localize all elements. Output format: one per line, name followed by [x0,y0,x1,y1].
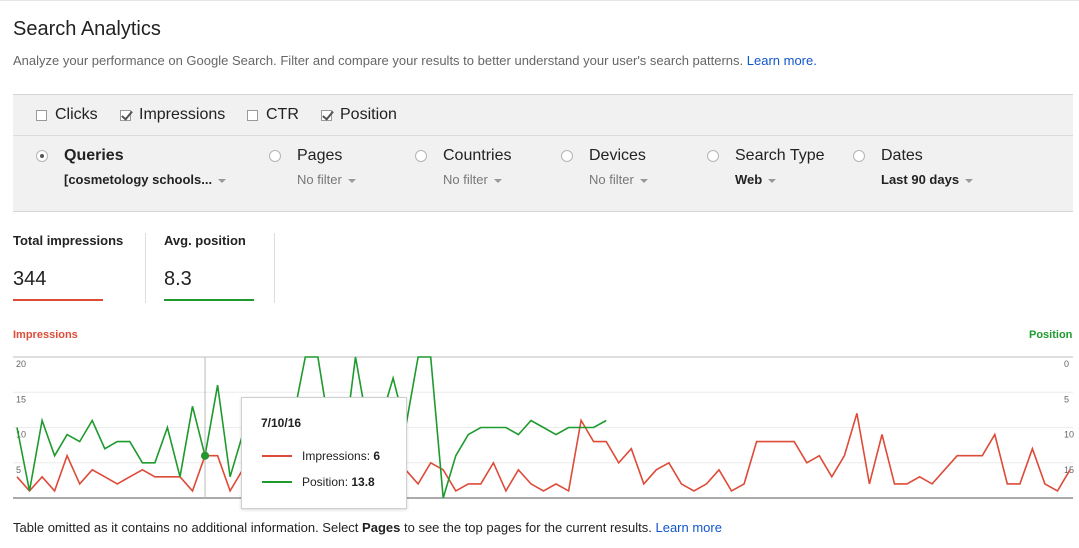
pages-label: Pages [297,147,343,164]
clicks-checkbox-box[interactable] [36,109,47,121]
left-tick-label: 15 [16,394,26,404]
search-type-dropdown[interactable]: Web [735,172,777,187]
devices-filter-value: No filter [589,172,634,187]
footer-pages-word: Pages [362,520,401,535]
right-tick-label: 5 [1064,394,1069,404]
chevron-down-icon [639,178,648,183]
pages-filter-dropdown[interactable]: No filter [297,172,356,187]
ctr-checkbox-box[interactable] [247,109,258,121]
impressions-checkbox[interactable]: Impressions [120,106,225,124]
queries-filter-dropdown[interactable]: [cosmetology schools... [64,172,227,187]
chart-tooltip: 7/10/16 Impressions: 6 Position: 13.8 [241,397,407,509]
right-tick-label: 10 [1064,430,1074,440]
dates-value: Last 90 days [881,172,960,187]
clicks-label: Clicks [55,106,98,123]
countries-radio[interactable] [415,150,427,162]
pages-filter-value: No filter [297,172,342,187]
impressions-series-line [16,413,1071,493]
chevron-down-icon [768,178,777,183]
top-divider [0,0,1079,1]
tooltip-position-row: Position: 13.8 [262,475,375,489]
chevron-down-icon [218,178,227,183]
dates-label: Dates [881,147,923,164]
avg-position-value: 8.3 [164,268,192,290]
right-tick-label: 15 [1064,465,1074,475]
position-label: Position [340,106,397,123]
position-hover-point [201,451,210,460]
chevron-down-icon [347,178,356,183]
total-impressions-stat[interactable]: Total impressions 344 [13,233,133,305]
search-type-value: Web [735,172,763,187]
chevron-down-icon [493,178,502,183]
footer-note: Table omitted as it contains no addition… [13,520,722,535]
position-color-bar [164,299,254,301]
learn-more-link[interactable]: Learn more. [747,53,817,68]
stat-divider [145,233,146,303]
countries-label: Countries [443,147,512,164]
performance-chart[interactable]: 20 015 510 105 15 [0,340,1079,505]
devices-filter-dropdown[interactable]: No filter [589,172,648,187]
footer-prefix: Table omitted as it contains no addition… [13,520,359,535]
tooltip-position-label: Position: [302,475,349,489]
position-checkbox[interactable]: Position [321,106,397,124]
queries-radio[interactable] [36,150,48,162]
page-title: Search Analytics [13,18,161,40]
total-impressions-label: Total impressions [13,233,124,248]
stat-divider [274,233,275,303]
countries-filter-dropdown[interactable]: No filter [443,172,502,187]
footer-suffix: to see the top pages for the current res… [403,520,652,535]
tooltip-date: 7/10/16 [261,416,302,430]
search-type-radio[interactable] [707,150,719,162]
right-tick-label: 0 [1064,359,1069,369]
impressions-label: Impressions [139,106,226,123]
tooltip-impressions-row: Impressions: 6 [262,449,380,463]
avg-position-label: Avg. position [164,233,246,248]
tooltip-impressions-value: 6 [373,449,381,463]
ctr-checkbox[interactable]: CTR [247,106,299,124]
page-subtitle: Analyze your performance on Google Searc… [13,53,817,68]
dates-dropdown[interactable]: Last 90 days [881,172,974,187]
impressions-checkbox-box[interactable] [120,109,131,121]
filter-panel: Clicks Impressions CTR Position Queries … [13,94,1073,212]
queries-filter-value: [cosmetology schools... [64,172,213,187]
position-checkbox-box[interactable] [321,109,332,121]
tooltip-position-value: 13.8 [351,475,375,489]
tooltip-impressions-label: Impressions: [302,449,371,463]
dates-radio[interactable] [853,150,865,162]
devices-label: Devices [589,147,646,164]
metric-row: Clicks Impressions CTR Position [13,95,1073,136]
devices-radio[interactable] [561,150,573,162]
countries-filter-value: No filter [443,172,488,187]
total-impressions-value: 344 [13,268,47,290]
avg-position-stat[interactable]: Avg. position 8.3 [164,233,274,305]
footer-learn-more-link[interactable]: Learn more [655,520,721,535]
queries-label: Queries [64,147,124,164]
left-tick-label: 5 [16,465,21,475]
position-legend-line [262,481,292,483]
pages-radio[interactable] [269,150,281,162]
subtitle-text: Analyze your performance on Google Searc… [13,53,744,68]
chevron-down-icon [965,178,974,183]
left-tick-label: 20 [16,359,26,369]
impressions-legend-line [262,455,292,457]
impressions-color-bar [13,299,103,301]
ctr-label: CTR [266,106,299,123]
search-type-label: Search Type [735,147,825,164]
clicks-checkbox[interactable]: Clicks [36,106,98,124]
